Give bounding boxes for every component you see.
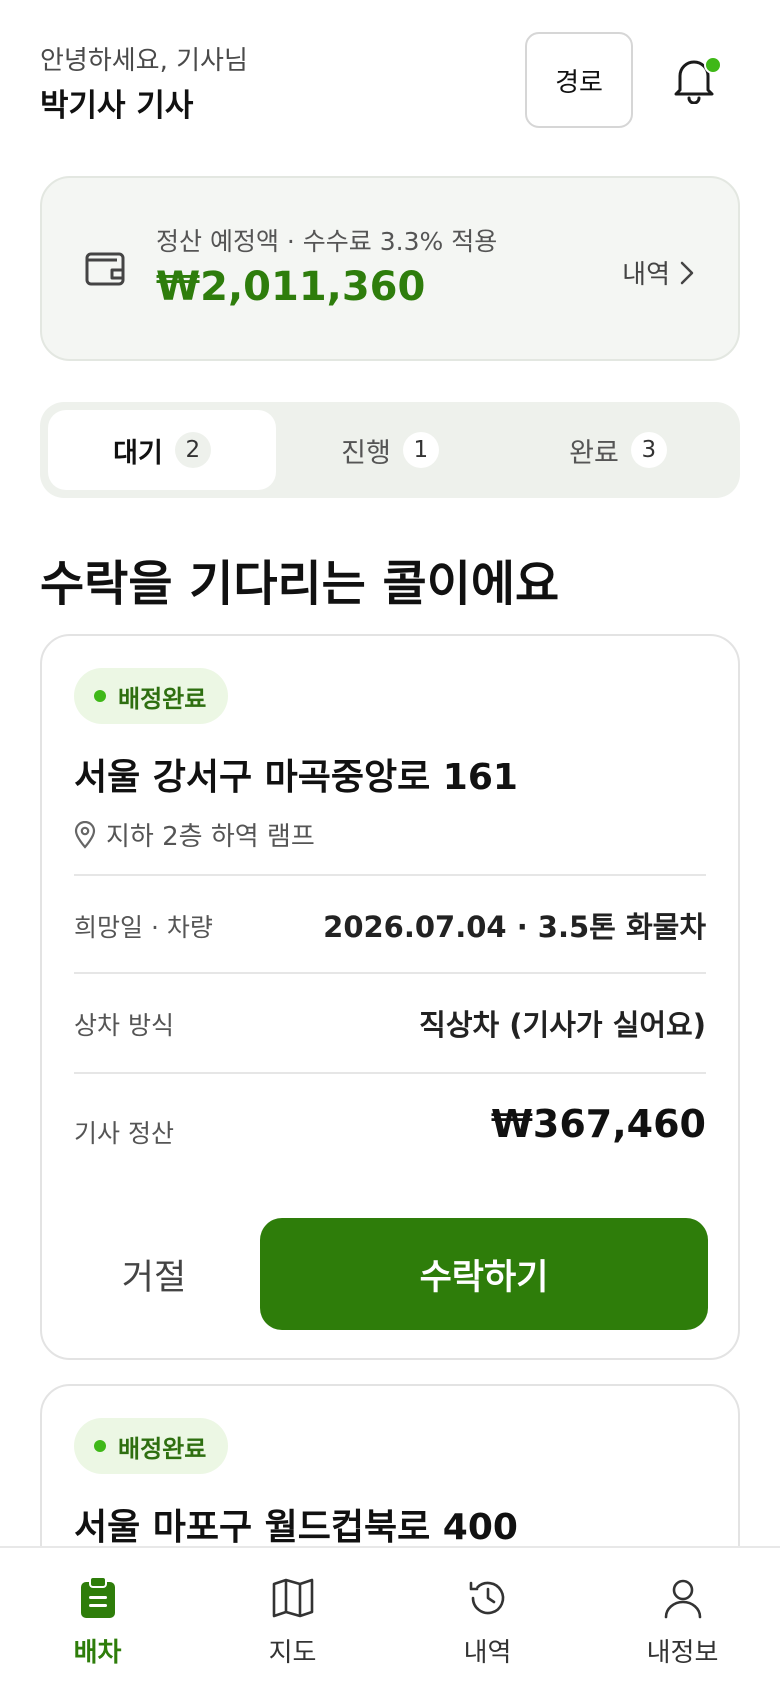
tab-count-badge: 2 — [174, 432, 211, 468]
wallet-icon — [85, 252, 125, 286]
nav-label: 지도 — [268, 1638, 317, 1668]
nav-item-dispatch[interactable]: 배차 — [0, 1548, 195, 1688]
settlement-label: 정산 예정액 · 수수료 3.3% 적용 — [156, 227, 498, 256]
tab-in-progress[interactable]: 진행 1 — [276, 410, 504, 490]
chevron-right-icon — [680, 261, 694, 284]
tab-count-badge: 3 — [630, 432, 667, 468]
header: 안녕하세요, 기사님 박기사 기사 경로 — [40, 32, 740, 128]
notification-dot — [704, 56, 722, 74]
settlement-history-link[interactable]: 내역 — [622, 254, 694, 291]
nav-item-map[interactable]: 지도 — [195, 1548, 390, 1688]
person-icon — [659, 1574, 707, 1622]
bottom-navigation: 배차 지도 내역 내정보 — [0, 1546, 780, 1688]
settlement-card[interactable]: 정산 예정액 · 수수료 3.3% 적용 ₩2,011,360 내역 — [40, 176, 740, 361]
settlement-amount: ₩2,011,360 — [156, 264, 426, 310]
driver-dispatch-screen: 안녕하세요, 기사님 박기사 기사 경로 정산 예정액 · 수수료 3.3% 적… — [0, 0, 780, 1688]
nav-label: 배차 — [73, 1638, 122, 1668]
accept-button[interactable]: 수락하기 — [260, 1218, 708, 1330]
row-value-driver-pay: ₩367,460 — [491, 1102, 706, 1146]
notification-button[interactable] — [662, 46, 726, 114]
status-badge-label: 배정완료 — [118, 684, 207, 713]
nav-item-history[interactable]: 내역 — [390, 1548, 585, 1688]
reject-button[interactable]: 거절 — [74, 1218, 234, 1330]
status-tabs: 대기 2 진행 1 완료 3 — [40, 402, 740, 498]
row-value-date-vehicle: 2026.07.04 · 3.5톤 화물차 — [323, 910, 706, 944]
driver-name: 박기사 기사 — [40, 88, 194, 124]
tab-label: 완료 — [569, 437, 619, 469]
greeting-text: 안녕하세요, 기사님 — [40, 46, 248, 76]
nav-label: 내역 — [463, 1638, 512, 1668]
divider — [74, 874, 706, 876]
location-pin-icon — [74, 820, 96, 849]
job-address: 서울 마포구 월드컵북로 400 — [74, 1507, 518, 1548]
status-badge: 배정완료 — [74, 1418, 229, 1474]
section-title: 수락을 기다리는 콜이에요 — [40, 556, 560, 612]
settlement-link-label: 내역 — [622, 260, 670, 290]
job-note-text: 지하 2층 하역 램프 — [106, 822, 315, 852]
divider — [74, 1072, 706, 1074]
status-badge-label: 배정완료 — [118, 1434, 207, 1463]
job-address: 서울 강서구 마곡중앙로 161 — [74, 757, 518, 798]
tab-count-badge: 1 — [402, 432, 439, 468]
tab-label: 진행 — [341, 437, 391, 469]
map-icon — [269, 1574, 317, 1622]
row-label-date-vehicle: 희망일 · 차량 — [74, 913, 213, 942]
history-icon — [464, 1574, 512, 1622]
nav-label: 내정보 — [646, 1638, 719, 1668]
status-dot — [94, 690, 106, 702]
status-badge: 배정완료 — [74, 668, 229, 724]
tab-completed[interactable]: 완료 3 — [504, 410, 732, 490]
job-card: 배정완료 서울 강서구 마곡중앙로 161 지하 2층 하역 램프 희망일 · … — [40, 634, 740, 1360]
nav-item-my-info[interactable]: 내정보 — [585, 1548, 780, 1688]
tab-waiting[interactable]: 대기 2 — [48, 410, 276, 490]
row-label-loading-method: 상차 방식 — [74, 1011, 174, 1040]
route-button[interactable]: 경로 — [525, 32, 633, 128]
status-dot — [94, 1440, 106, 1452]
row-label-driver-pay: 기사 정산 — [74, 1119, 174, 1148]
clipboard-icon — [74, 1574, 122, 1622]
divider — [74, 972, 706, 974]
job-location-note: 지하 2층 하역 램프 — [74, 816, 315, 853]
row-value-loading-method: 직상차 (기사가 실어요) — [419, 1008, 706, 1042]
tab-label: 대기 — [113, 437, 163, 469]
